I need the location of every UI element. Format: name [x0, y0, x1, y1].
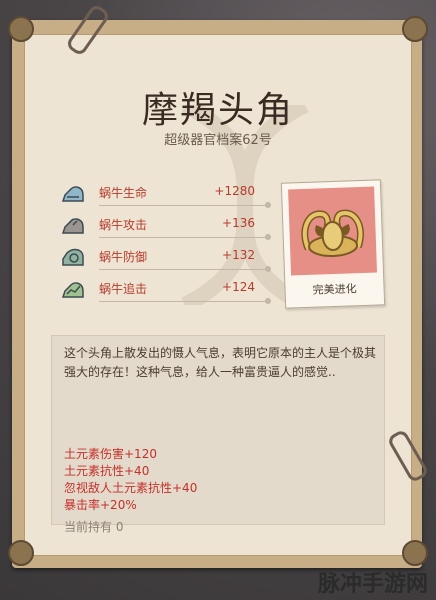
stat-row: 蜗牛攻击 +136 — [61, 213, 271, 243]
stat-value: +136 — [222, 216, 255, 230]
photo-background — [288, 186, 378, 276]
effect-line: 土元素抗性+40 — [64, 464, 150, 478]
item-description: 这个头角上散发出的慑人气息，表明它原本的主人是个极其强大的存在！这种气息，给人一… — [64, 346, 377, 379]
site-watermark: 脉冲手游网 — [317, 572, 428, 597]
shell-pursuit-icon — [61, 282, 84, 298]
stat-name: 蜗牛攻击 — [99, 218, 148, 232]
stat-name: 蜗牛追击 — [99, 282, 148, 296]
divider-dot — [265, 234, 271, 240]
item-photo: 完美进化 — [280, 179, 386, 309]
effect-line: 暴击率+20% — [64, 498, 137, 512]
stat-row: 蜗牛生命 +1280 — [61, 181, 271, 211]
stat-name: 蜗牛防御 — [99, 250, 148, 264]
shell-defense-icon — [62, 248, 84, 266]
stat-value: +132 — [222, 248, 255, 262]
effect-line: 土元素伤害+120 — [64, 447, 157, 461]
frame-corner — [8, 540, 34, 566]
stat-value: +124 — [222, 280, 255, 294]
stat-name: 蜗牛生命 — [99, 186, 148, 200]
divider — [99, 301, 269, 302]
evolution-badge: 完美进化 — [312, 282, 357, 297]
divider — [99, 269, 269, 270]
frame-corner — [402, 540, 428, 566]
frame-corner — [8, 16, 34, 42]
holding-count: 当前持有 0 — [64, 520, 124, 534]
stat-value: +1280 — [214, 184, 255, 198]
shell-health-icon — [61, 186, 84, 202]
shell-attack-icon — [61, 218, 84, 234]
divider — [99, 205, 269, 206]
stat-row: 蜗牛追击 +124 — [61, 277, 271, 307]
divider-dot — [265, 298, 271, 304]
effect-line: 忽视敌人土元素抗性+40 — [64, 481, 198, 495]
divider-dot — [265, 202, 271, 208]
stat-row: 蜗牛防御 +132 — [61, 245, 271, 275]
divider — [99, 237, 269, 238]
item-card: 摩羯头角 超级器官档案62号 蜗牛生命 +1280 蜗牛攻击 +136 蜗牛防御… — [24, 34, 412, 556]
effects-list: 土元素伤害+120 土元素抗性+40 忽视敌人土元素抗性+40 暴击率+20% — [64, 446, 197, 514]
item-subtitle: 超级器官档案62号 — [164, 133, 272, 148]
capricorn-horn-icon — [301, 209, 364, 258]
item-title: 摩羯头角 — [141, 90, 294, 131]
description-panel: 这个头角上散发出的慑人气息，表明它原本的主人是个极其强大的存在！这种气息，给人一… — [51, 335, 385, 534]
frame-corner — [402, 16, 428, 42]
divider-dot — [265, 266, 271, 272]
